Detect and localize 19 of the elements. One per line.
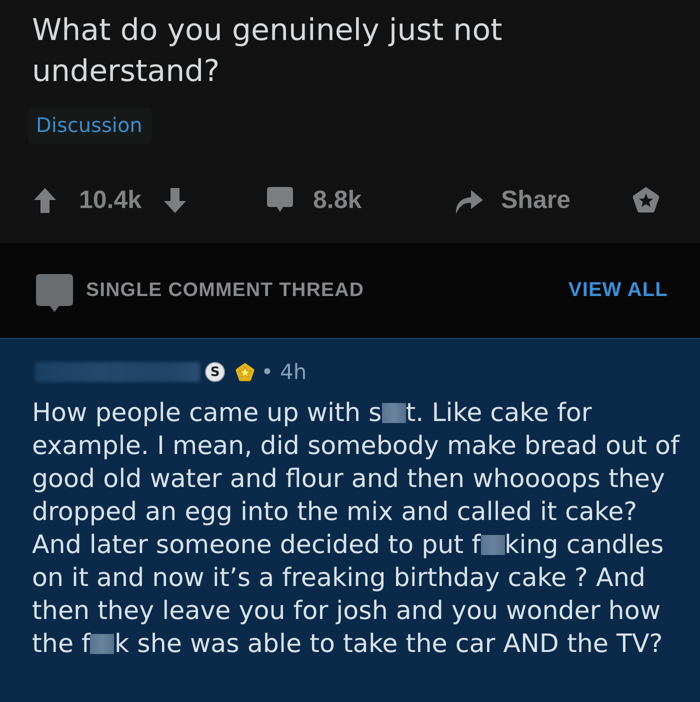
censor-blur bbox=[90, 634, 114, 654]
thread-label: SINGLE COMMENT THREAD bbox=[86, 279, 364, 302]
post-title: What do you genuinely just not understand? bbox=[32, 12, 504, 91]
user-badge: S bbox=[205, 362, 225, 382]
down-arrow-icon[interactable] bbox=[164, 188, 186, 212]
comment-time: • 4h bbox=[261, 360, 307, 384]
up-arrow-icon[interactable] bbox=[34, 188, 56, 212]
censor-blur bbox=[480, 535, 505, 555]
censor-blur bbox=[382, 403, 406, 423]
star-badge-icon bbox=[235, 362, 255, 382]
comments-button[interactable]: 8.8k bbox=[267, 186, 455, 214]
view-all-link[interactable]: VIEW ALL bbox=[568, 279, 668, 302]
flair-tag[interactable]: Discussion bbox=[28, 108, 152, 144]
share-button[interactable]: Share bbox=[455, 186, 632, 214]
comment-text: How people came up with s t. Like cake for example. I mean, did somebody make bread out of good old water and flour and then whoooops they dropped an egg into the mix and called it cake? And later someone decided to put f king candles on it and now it’s a freaking birthday cake ? And then they leave you for josh and you wonder how the f k she was able to take the car AND the TV? bbox=[32, 397, 681, 660]
vote-score: 10.4k bbox=[79, 186, 142, 214]
speech-bubble-icon bbox=[36, 274, 73, 312]
speech-bubble-icon bbox=[267, 187, 293, 213]
star-badge-icon[interactable] bbox=[632, 186, 660, 214]
